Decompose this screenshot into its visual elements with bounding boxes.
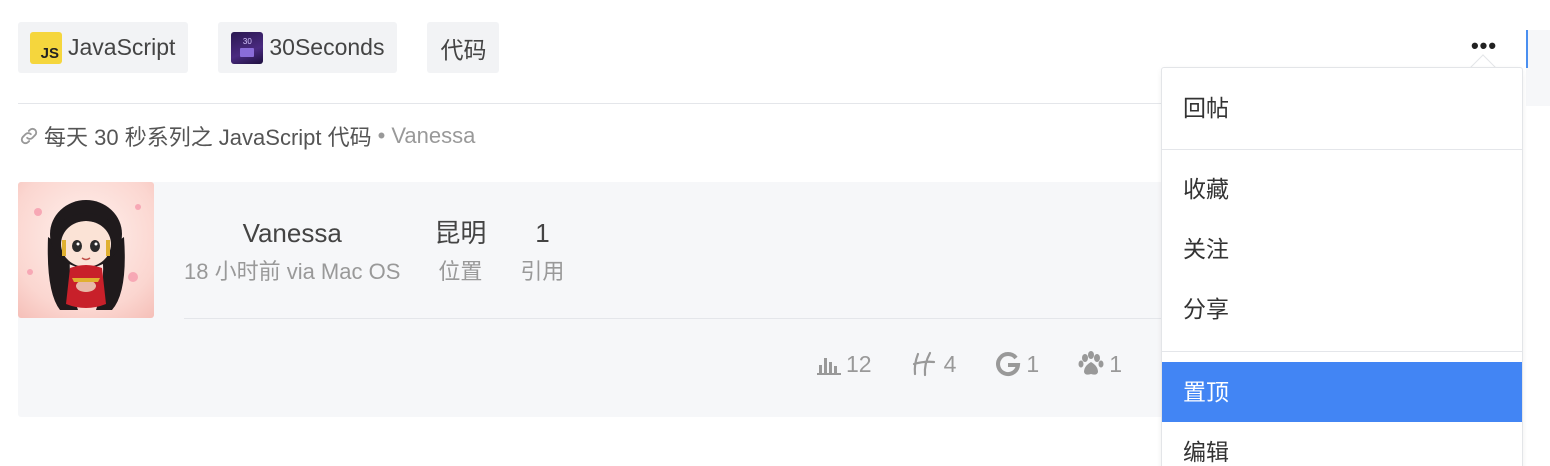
30seconds-logo-mark xyxy=(240,48,255,57)
tag-label: JavaScript xyxy=(68,34,176,60)
card-divider xyxy=(184,318,1178,319)
link-icon xyxy=(20,127,38,145)
menu-item-follow[interactable]: 关注 xyxy=(1162,219,1522,279)
post-location-stat: 昆明 位置 xyxy=(434,216,486,286)
post-quote-stat: 1 引用 xyxy=(520,216,564,286)
30seconds-logo-icon: 30 xyxy=(231,31,264,64)
tag-label: 30Seconds xyxy=(269,34,385,60)
menu-item-share[interactable]: 分享 xyxy=(1162,279,1522,339)
paw-count-value: 1 xyxy=(1109,350,1122,377)
location-label: 位置 xyxy=(438,259,483,284)
post-author-stat: Vanessa 18 小时前 via Mac OS xyxy=(184,216,400,286)
avatar-illustration xyxy=(27,200,141,310)
separator-dot: • xyxy=(377,123,386,148)
quote-value: 1 xyxy=(535,218,550,248)
header-divider xyxy=(18,103,1178,104)
menu-item-pin[interactable]: 置顶 xyxy=(1162,362,1522,422)
view-count[interactable]: 12 xyxy=(816,351,872,378)
menu-item-edit[interactable]: 编辑 xyxy=(1162,422,1522,466)
post-time: 18 小时前 via Mac OS xyxy=(184,259,401,284)
post-counters: 12 4 1 1 xyxy=(816,350,1122,378)
article-link-line: 每天 30 秒系列之 JavaScript 代码 • Vanessa xyxy=(18,120,475,152)
post-username[interactable]: Vanessa xyxy=(243,216,342,250)
post-card: Vanessa 18 小时前 via Mac OS 昆明 位置 1 引用 12 … xyxy=(18,182,1178,417)
bar-chart-icon xyxy=(817,358,841,375)
h-count[interactable]: 4 xyxy=(910,350,957,378)
h-count-value: 4 xyxy=(943,350,957,377)
article-title-link[interactable]: 每天 30 秒系列之 JavaScript 代码 xyxy=(44,120,372,152)
tag-list: JS JavaScript 30 30Seconds 代码 xyxy=(18,22,529,73)
menu-separator xyxy=(1162,351,1522,352)
user-avatar[interactable] xyxy=(18,182,154,318)
google-g-icon xyxy=(996,352,1021,377)
right-panel-accent-bar xyxy=(1526,30,1528,68)
post-actions-menu: 回帖 收藏 关注 分享 置顶 编辑 xyxy=(1161,67,1523,466)
google-count[interactable]: 1 xyxy=(994,350,1039,378)
location-value: 昆明 xyxy=(434,218,487,248)
quote-label: 引用 xyxy=(520,259,565,284)
menu-separator xyxy=(1162,149,1522,150)
right-panel-edge-top xyxy=(1526,0,1550,30)
javascript-logo-icon: JS xyxy=(30,31,62,64)
tag-code[interactable]: 代码 xyxy=(427,22,500,73)
menu-item-reply[interactable]: 回帖 xyxy=(1162,78,1522,138)
menu-item-collect[interactable]: 收藏 xyxy=(1162,159,1522,219)
tag-label: 代码 xyxy=(440,36,487,63)
tag-30seconds[interactable]: 30 30Seconds xyxy=(218,22,398,73)
view-count-value: 12 xyxy=(846,350,872,377)
post-meta: Vanessa 18 小时前 via Mac OS 昆明 位置 1 引用 xyxy=(184,216,598,286)
tag-javascript[interactable]: JS JavaScript xyxy=(18,22,189,73)
article-author-link[interactable]: Vanessa xyxy=(391,123,475,149)
paw-count[interactable]: 1 xyxy=(1077,350,1122,378)
page: JS JavaScript 30 30Seconds 代码 ••• 每天 30 … xyxy=(0,0,1550,466)
google-count-value: 1 xyxy=(1026,350,1040,377)
30seconds-logo-text: 30 xyxy=(242,37,252,46)
paw-icon xyxy=(1078,351,1104,375)
hacpai-h-icon xyxy=(912,351,935,377)
